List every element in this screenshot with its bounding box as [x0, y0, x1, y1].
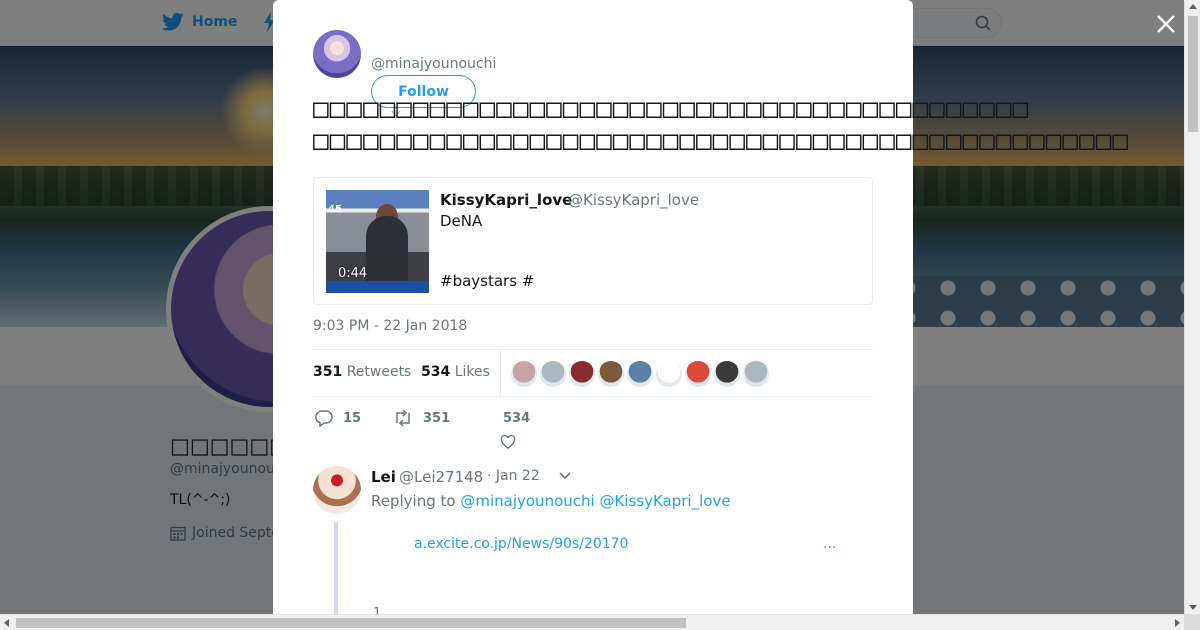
replying-to-link[interactable]: @KissyKapri_love: [599, 492, 730, 510]
scroll-down-arrow[interactable]: [1189, 605, 1197, 610]
retweet-icon: [396, 409, 410, 427]
reply-count: 15: [343, 410, 362, 426]
replying-to: Replying to @minajyounouchi @KissyKapri_…: [371, 492, 731, 510]
retweet-count: 351: [423, 410, 451, 426]
scroll-up-arrow[interactable]: [1189, 4, 1197, 9]
tweet-actions: 15 351 534: [313, 405, 873, 455]
retweets-stat[interactable]: 351 Retweets: [313, 364, 411, 380]
reply-avatar[interactable]: [313, 466, 361, 514]
quote-text-line: DeNA: [440, 212, 483, 230]
vertical-scroll-thumb[interactable]: [1188, 16, 1198, 132]
reply-icon: [315, 410, 333, 427]
heart-icon: [500, 434, 516, 449]
liker-avatar[interactable]: [743, 361, 769, 387]
liker-avatars: [511, 361, 769, 387]
liker-avatar[interactable]: [598, 361, 624, 387]
retweets-count: 351: [313, 364, 343, 380]
likes-label: Likes: [454, 364, 490, 380]
tweet-text: □□□□□□□□□□□□□□□□□□□□□□□□□□□□□□□□□□□□□□□□…: [313, 93, 1193, 157]
scrollbar-corner: [1184, 614, 1200, 630]
horizontal-scrollbar[interactable]: [0, 614, 1184, 630]
reply-more-link[interactable]: ...: [823, 536, 836, 552]
author-avatar[interactable]: [313, 30, 361, 78]
horizontal-scroll-thumb[interactable]: [16, 618, 686, 628]
like-count: 534: [503, 411, 531, 426]
thumbnail-number: 45: [328, 204, 342, 215]
quote-author-handle: @KissyKapri_love: [568, 191, 700, 209]
scroll-left-arrow[interactable]: [4, 619, 9, 627]
liker-avatar[interactable]: [627, 361, 653, 387]
likes-stat[interactable]: 534 Likes: [421, 364, 490, 380]
quote-hashtags: #baystars #: [440, 272, 535, 290]
tweet-timestamp[interactable]: 9:03 PM - 22 Jan 2018: [313, 318, 467, 334]
tweet-modal: @minajyounouchi Follow □□□□□□□□□□□□□□□□□…: [273, 0, 1128, 622]
quoted-tweet[interactable]: 45 0:44 KissyKapri_love @KissyKapri_love…: [313, 177, 873, 305]
author-handle[interactable]: @minajyounouchi: [371, 56, 496, 72]
close-icon[interactable]: [1154, 12, 1178, 36]
liker-avatar[interactable]: [685, 361, 711, 387]
tweet-text-line: □□□□□□□□□□□□□□□□□□□□□□□□□□□□□□□□□□□□□□□□…: [313, 126, 1130, 156]
replying-to-link[interactable]: @minajyounouchi: [460, 492, 594, 510]
thread-line: [334, 522, 338, 622]
reply-author-name[interactable]: Lei: [371, 468, 396, 486]
liker-avatar[interactable]: [656, 361, 682, 387]
liker-avatar[interactable]: [714, 361, 740, 387]
reply-date[interactable]: · Jan 22: [487, 468, 540, 484]
retweets-label: Retweets: [346, 364, 412, 380]
tweet-text-line: □□□□□□□□□□□□□□□□□□□□□□□□□□□□□□□□□□□□□□□□…: [313, 94, 1030, 124]
chevron-down-icon[interactable]: [559, 472, 571, 480]
video-thumbnail[interactable]: 45 0:44: [326, 190, 429, 293]
likes-count: 534: [421, 364, 451, 380]
reply-url-link[interactable]: a.excite.co.jp/News/90s/20170: [414, 536, 628, 552]
tweet-stats: 351 Retweets 534 Likes: [313, 349, 873, 397]
like-button[interactable]: [500, 434, 516, 450]
scroll-right-arrow[interactable]: [1175, 619, 1180, 627]
video-duration: 0:44: [338, 266, 368, 281]
liker-avatar[interactable]: [511, 361, 537, 387]
reply-tweet[interactable]: Lei @Lei27148 · Jan 22 Replying to @mina…: [313, 466, 873, 622]
vertical-scrollbar[interactable]: [1184, 0, 1200, 614]
retweet-button[interactable]: 351: [393, 409, 450, 427]
reply-button[interactable]: 15: [315, 409, 361, 427]
quote-author-name: KissyKapri_love: [440, 191, 573, 209]
replying-prefix: Replying to: [371, 492, 456, 510]
reply-author-handle[interactable]: @Lei27148: [399, 468, 483, 486]
liker-avatar[interactable]: [569, 361, 595, 387]
liker-avatar[interactable]: [540, 361, 566, 387]
